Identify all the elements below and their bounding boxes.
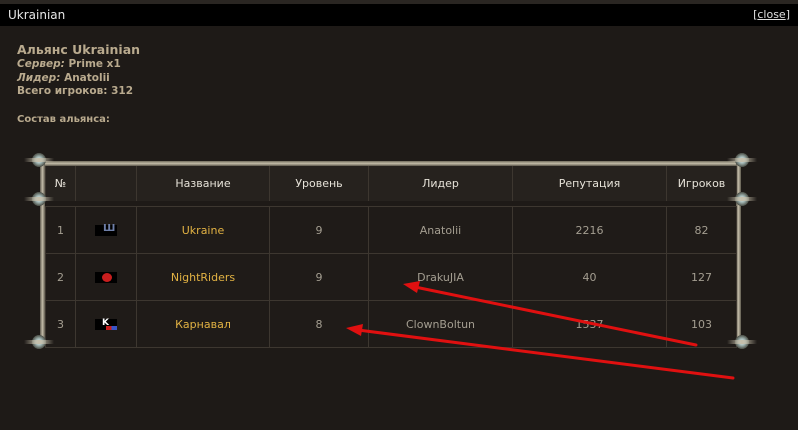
annotation-arrowhead-leader	[403, 281, 420, 293]
annotation-arrows	[346, 281, 735, 380]
annotation-arrow-to-level	[356, 328, 735, 380]
annotation-arrow-to-leader	[413, 285, 698, 347]
annotation-arrowhead-level	[346, 324, 363, 336]
